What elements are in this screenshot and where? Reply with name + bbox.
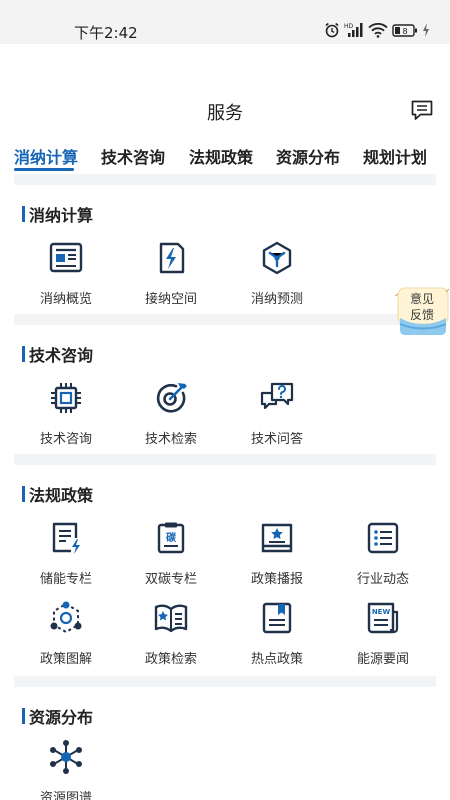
section-title-bar <box>22 708 25 724</box>
power-bolt-icon <box>159 242 185 274</box>
tile-label: 技术问答 <box>250 432 303 447</box>
newspaper-icon <box>49 242 83 273</box>
section-title-text: 法规政策 <box>29 486 94 505</box>
tile-label: 政策播报 <box>250 572 303 587</box>
wifi-icon <box>368 23 388 38</box>
document-bolt-icon <box>52 522 80 554</box>
feedback-line-1: 意见 <box>409 292 434 306</box>
section-divider <box>14 174 436 185</box>
tile-hot-policy[interactable]: 热点政策 <box>232 600 322 667</box>
tile-policy-search[interactable]: 政策检索 <box>126 600 216 667</box>
tile-xiaona-forecast[interactable]: 消纳预测 <box>232 240 322 307</box>
section-title-text: 消纳计算 <box>29 206 94 225</box>
tile-energy-news[interactable]: NEW 能源要闻 <box>338 600 428 667</box>
tile-policy-illustrated[interactable]: 政策图解 <box>21 600 111 667</box>
tile-label: 消纳概览 <box>39 292 92 307</box>
tile-label: 接纳空间 <box>144 292 197 307</box>
tile-label: 政策图解 <box>39 652 92 667</box>
book-star-icon <box>261 523 293 553</box>
section-title-policy: 法规政策 <box>22 482 93 506</box>
tile-energy-storage[interactable]: 储能专栏 <box>21 520 111 587</box>
tile-tech-qa[interactable]: 技术问答 <box>232 380 322 447</box>
charging-icon <box>423 23 429 37</box>
tile-resource-map[interactable]: 资源图谱 <box>21 739 111 800</box>
active-tab-indicator <box>14 168 74 171</box>
tab-xiaona[interactable]: 消纳计算 <box>14 144 78 168</box>
battery-level: 8 <box>402 27 407 36</box>
tile-label: 技术咨询 <box>39 432 92 447</box>
section-title-bar <box>22 486 25 502</box>
news-glyph: NEW <box>372 608 391 616</box>
section-title-bar <box>22 206 25 222</box>
section-title-text: 资源分布 <box>29 708 94 727</box>
message-icon <box>411 100 433 120</box>
tab-planning[interactable]: 规划计划 <box>363 144 427 168</box>
target-arrow-icon <box>156 383 187 413</box>
hexagon-network-icon <box>50 601 82 634</box>
status-bar: 下午2:42 HD 8 <box>0 0 450 44</box>
tile-label: 政策检索 <box>144 652 197 667</box>
message-button[interactable] <box>410 98 434 122</box>
tile-label: 热点政策 <box>250 652 303 667</box>
open-book-star-icon <box>154 604 188 633</box>
feedback-line-2: 反馈 <box>409 308 434 322</box>
tab-resources[interactable]: 资源分布 <box>276 144 340 168</box>
tile-label: 行业动态 <box>356 572 409 587</box>
cube-network-icon <box>262 241 292 275</box>
battery-icon: 8 <box>392 24 417 37</box>
tile-accept-space[interactable]: 接纳空间 <box>126 240 216 307</box>
section-divider <box>14 676 436 687</box>
tile-industry-news[interactable]: 行业动态 <box>338 520 428 587</box>
status-icons: HD 8 <box>324 20 430 40</box>
feedback-label: 意见 反馈 <box>394 291 450 323</box>
status-time: 下午2:42 <box>74 24 138 42</box>
clipboard-carbon-icon: 碳 <box>157 522 185 554</box>
tab-bar: 消纳计算 技术咨询 法规政策 资源分布 规划计划 <box>0 140 450 172</box>
alarm-icon <box>325 22 339 38</box>
section-divider <box>14 314 436 325</box>
network-graph-icon <box>50 740 82 774</box>
tile-xiaona-overview[interactable]: 消纳概览 <box>21 240 111 307</box>
news-icon: NEW <box>367 602 399 634</box>
tile-label: 能源要闻 <box>356 652 409 667</box>
tile-label: 消纳预测 <box>250 292 303 307</box>
tile-label: 双碳专栏 <box>144 572 197 587</box>
section-divider <box>14 454 436 465</box>
page-title: 服务 <box>207 103 243 124</box>
section-title-xiaona: 消纳计算 <box>22 202 93 226</box>
tile-dual-carbon[interactable]: 碳 双碳专栏 <box>126 520 216 587</box>
document-bookmark-icon <box>262 602 292 634</box>
chip-icon <box>51 383 81 413</box>
section-title-resources: 资源分布 <box>22 704 93 728</box>
tile-tech-consult[interactable]: 技术咨询 <box>21 380 111 447</box>
tab-tech-consult[interactable]: 技术咨询 <box>101 144 165 168</box>
signal-icon: HD <box>344 23 363 37</box>
carbon-glyph: 碳 <box>166 531 177 544</box>
section-title-tech: 技术咨询 <box>22 342 93 366</box>
chat-question-icon <box>260 382 294 410</box>
section-title-text: 技术咨询 <box>29 346 94 365</box>
tile-label: 储能专栏 <box>39 572 92 587</box>
section-title-bar <box>22 346 25 362</box>
tab-policy[interactable]: 法规政策 <box>189 144 253 168</box>
tile-policy-broadcast[interactable]: 政策播报 <box>232 520 322 587</box>
tile-label: 资源图谱 <box>39 791 92 800</box>
feedback-button[interactable]: 意见 反馈 <box>394 286 450 338</box>
tile-tech-search[interactable]: 技术检索 <box>126 380 216 447</box>
svg-text:HD: HD <box>344 23 354 30</box>
list-icon <box>367 522 399 554</box>
tile-label: 技术检索 <box>144 432 197 447</box>
